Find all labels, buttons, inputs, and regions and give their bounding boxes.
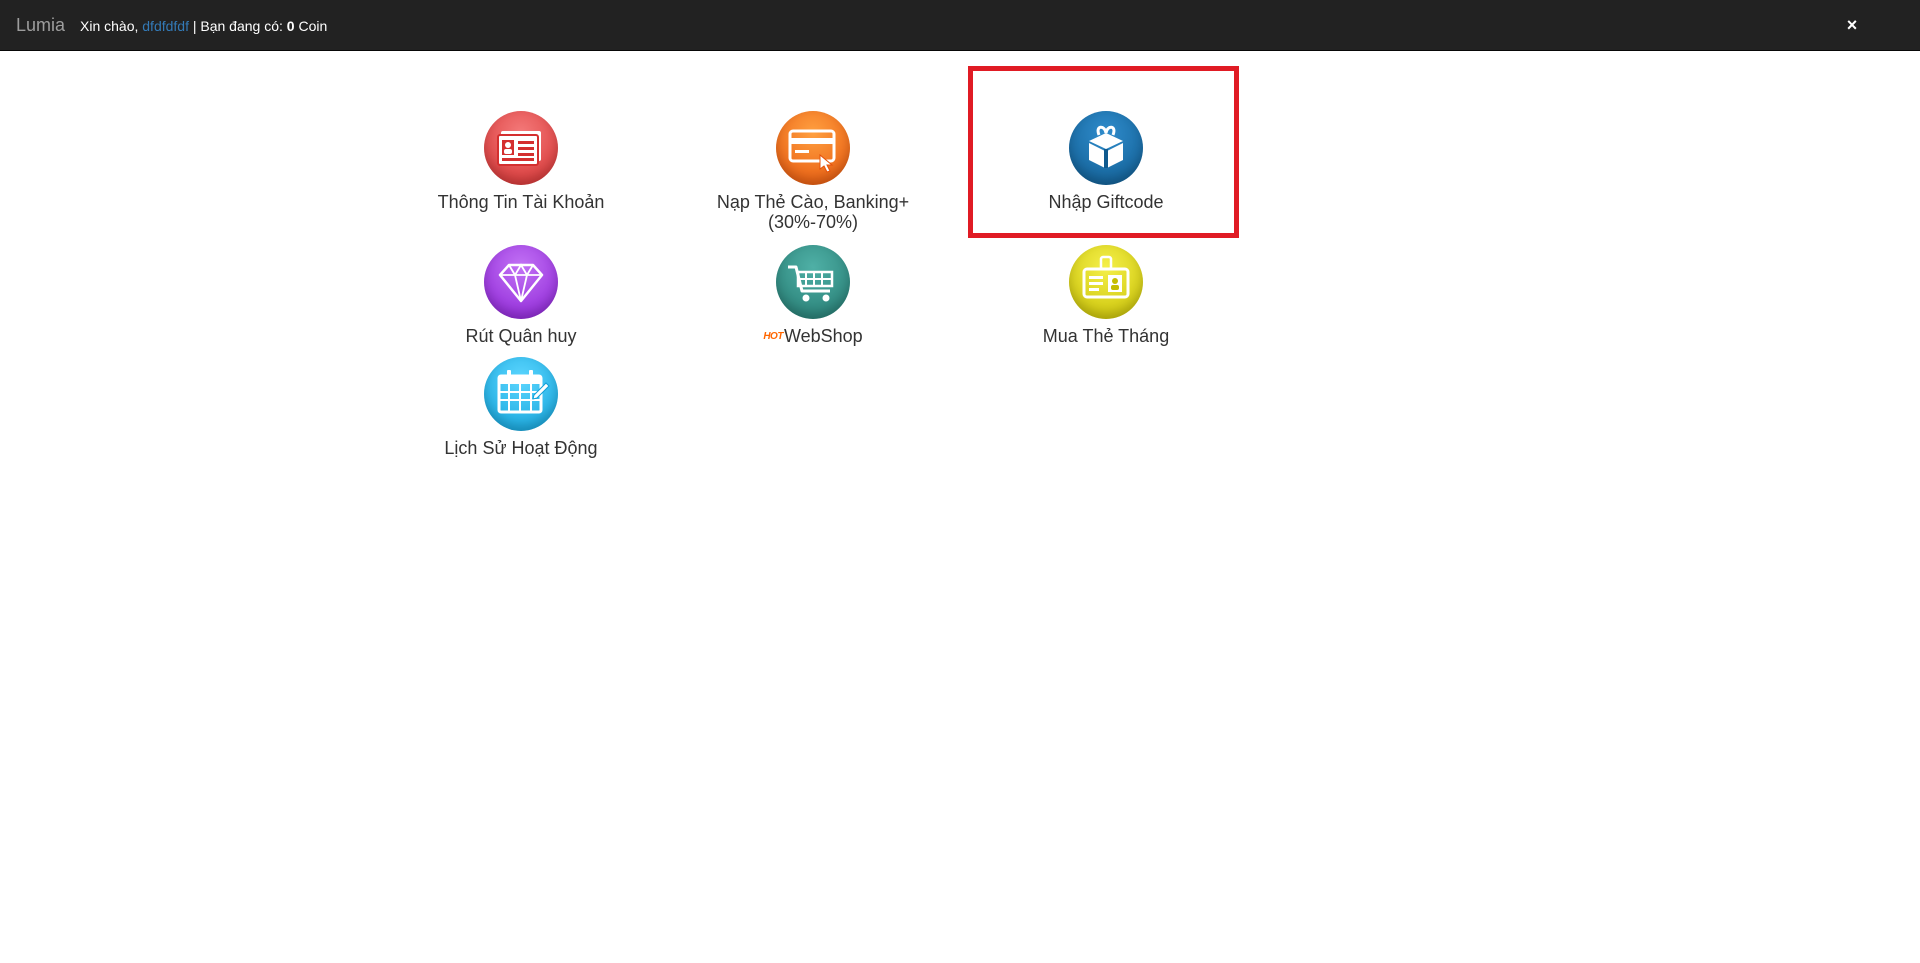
- close-icon[interactable]: ×: [1842, 14, 1862, 36]
- menu-monthly-card-label: Mua Thẻ Tháng: [1042, 326, 1170, 346]
- calendar-icon: [484, 357, 558, 431]
- menu-history[interactable]: Lịch Sử Hoạt Động: [411, 357, 631, 458]
- menu-webshop[interactable]: HOTWebShop: [703, 245, 923, 347]
- credit-card-icon: [776, 111, 850, 185]
- username-link[interactable]: dfdfdfdf: [142, 18, 189, 34]
- menu-recharge[interactable]: Nạp Thẻ Cào, Banking+ (30%-70%): [703, 111, 923, 232]
- menu-giftcode-label: Nhập Giftcode: [1048, 192, 1164, 212]
- menu-withdraw[interactable]: Rút Quân huy: [411, 245, 631, 346]
- menu-webshop-label: HOTWebShop: [703, 326, 923, 347]
- shopping-cart-icon: [776, 245, 850, 319]
- top-navbar: Lumia Xin chào, dfdfdfdf | Bạn đang có: …: [0, 0, 1920, 51]
- id-card-icon: [484, 111, 558, 185]
- menu-recharge-label: Nạp Thẻ Cào, Banking+ (30%-70%): [703, 192, 923, 232]
- gift-box-icon: [1069, 111, 1143, 185]
- menu-monthly-card[interactable]: Mua Thẻ Tháng: [996, 245, 1216, 346]
- menu-account-info-label: Thông Tin Tài Khoản: [437, 192, 605, 212]
- balance-unit: Coin: [298, 18, 328, 34]
- hot-badge: HOT: [763, 331, 783, 343]
- greeting-prefix: Xin chào,: [80, 18, 139, 34]
- menu-account-info[interactable]: Thông Tin Tài Khoản: [411, 111, 631, 212]
- brand-logo[interactable]: Lumia: [16, 14, 65, 36]
- menu-recharge-label-line1: Nạp Thẻ Cào, Banking+: [716, 192, 910, 212]
- menu-webshop-text: WebShop: [783, 326, 863, 346]
- menu-withdraw-label: Rút Quân huy: [465, 326, 577, 346]
- menu-giftcode[interactable]: Nhập Giftcode: [996, 111, 1216, 212]
- menu-history-label: Lịch Sử Hoạt Động: [444, 438, 598, 458]
- diamond-icon: [484, 245, 558, 319]
- balance-value: 0: [286, 18, 295, 34]
- menu-recharge-label-line2: (30%-70%): [767, 212, 859, 232]
- badge-card-icon: [1069, 245, 1143, 319]
- balance-prefix: | Bạn đang có:: [192, 18, 283, 34]
- greeting-text: Xin chào, dfdfdfdf | Bạn đang có: 0 Coin: [80, 16, 327, 36]
